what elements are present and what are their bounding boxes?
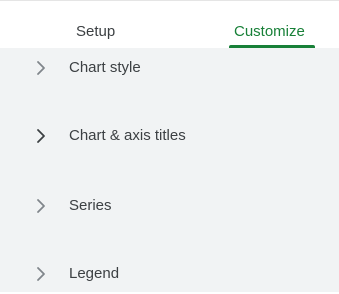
- section-series[interactable]: Series: [0, 186, 339, 226]
- chevron-right-icon: [34, 264, 48, 284]
- section-label: Chart & axis titles: [69, 127, 186, 144]
- section-chart-axis-titles[interactable]: Chart & axis titles: [0, 116, 339, 156]
- section-label: Series: [69, 197, 112, 214]
- section-label: Chart style: [69, 59, 141, 76]
- tab-setup-label: Setup: [76, 23, 116, 40]
- section-label: Legend: [69, 265, 120, 282]
- chevron-right-icon: [34, 196, 48, 216]
- tab-customize-label: Customize: [234, 23, 305, 40]
- chevron-right-icon: [34, 126, 48, 146]
- section-legend[interactable]: Legend: [0, 254, 339, 294]
- chevron-right-icon: [34, 58, 48, 78]
- customize-panel: Chart style Chart & axis titles Series L…: [0, 48, 339, 292]
- editor-tab-bar: Setup Customize: [0, 1, 339, 48]
- tab-customize[interactable]: Customize: [210, 1, 339, 48]
- tab-setup[interactable]: Setup: [50, 1, 160, 48]
- section-chart-style[interactable]: Chart style: [0, 48, 339, 88]
